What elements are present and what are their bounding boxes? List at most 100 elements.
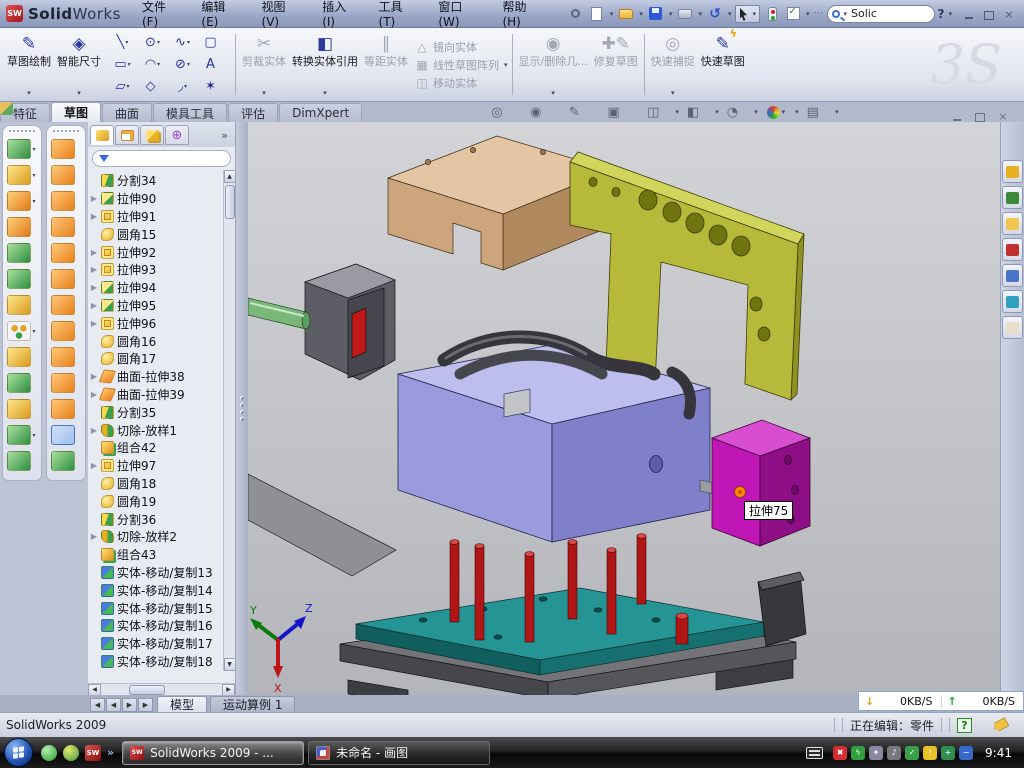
ribbon-tab[interactable]: 曲面	[102, 103, 152, 122]
mold-tool-button[interactable]: ▾	[51, 347, 80, 367]
motion-study-tab[interactable]: 运动算例 1	[210, 696, 295, 712]
ribbon-tab[interactable]: DimXpert	[279, 103, 362, 122]
tree-item[interactable]: ▶ 圆角16	[90, 332, 235, 350]
task-pane-tab[interactable]	[1002, 160, 1023, 183]
open-button[interactable]	[617, 5, 635, 23]
expand-arrow-icon[interactable]: ▶	[90, 194, 98, 203]
mold-tool-button[interactable]: ▾	[51, 139, 80, 159]
hud-icon[interactable]: ▾	[766, 106, 787, 119]
expand-arrow-icon[interactable]: ▶	[90, 283, 98, 292]
feature-manager-tab[interactable]	[90, 125, 114, 145]
tray-icon[interactable]: −	[959, 746, 973, 760]
tree-item[interactable]: ▶ 拉伸96	[90, 314, 235, 332]
task-pane-tab[interactable]	[1002, 238, 1023, 261]
feature-tool-button[interactable]: ▾	[7, 347, 36, 367]
sketch-entity-button[interactable]: ⊙▾	[138, 32, 168, 54]
sketch-entity-button[interactable]: ◇▾	[138, 76, 168, 98]
hud-icon[interactable]: ◔▾	[727, 105, 759, 120]
options-button[interactable]	[784, 5, 802, 23]
graphics-viewport[interactable]: Y Z X 拉伸75	[248, 122, 1000, 695]
tree-filter-input[interactable]	[92, 150, 231, 167]
tree-item[interactable]: ▶ 分割34	[90, 172, 235, 190]
menu-item[interactable]: 窗口(W)	[427, 0, 491, 29]
menu-item[interactable]: 文件(F)	[131, 0, 190, 29]
pattern-tool-button[interactable]: ▦线性草图阵列	[415, 57, 499, 73]
new-document-button[interactable]	[588, 5, 606, 23]
feature-tool-button[interactable]: ▾	[7, 399, 36, 419]
help-button[interactable]: ?	[938, 7, 945, 21]
ribbon-tab[interactable]: 评估	[228, 103, 278, 122]
quicklaunch-app-icon[interactable]	[63, 745, 79, 761]
sketch-entity-button[interactable]: ⊘▾	[168, 54, 198, 76]
tree-item[interactable]: ▶ 曲面-拉伸38	[90, 368, 235, 386]
language-bar-keyboard-icon[interactable]	[806, 747, 823, 759]
pattern-tool-button[interactable]: ◫移动实体	[415, 75, 499, 91]
feature-tool-button[interactable]: ▾	[7, 373, 36, 393]
hud-icon[interactable]: ▾	[793, 108, 800, 116]
tree-item[interactable]: ▶ 拉伸95	[90, 297, 235, 315]
mold-tool-button[interactable]: ▾	[51, 191, 80, 211]
tree-item[interactable]: ▶ 圆角18	[90, 475, 235, 493]
property-manager-tab[interactable]	[115, 125, 139, 145]
feature-tool-button[interactable]: ▾	[7, 321, 36, 341]
expand-arrow-icon[interactable]: ▶	[90, 301, 98, 310]
rebuild-button[interactable]	[763, 5, 781, 23]
mold-tool-button[interactable]: ▾	[51, 321, 80, 341]
feature-tool-button[interactable]: ▾	[7, 295, 36, 315]
panel-splitter[interactable]	[236, 122, 248, 695]
mold-tool-button[interactable]: ▾	[51, 165, 80, 185]
sketch-entity-button[interactable]: ✶▾	[198, 76, 228, 98]
expand-arrow-icon[interactable]: ▶	[90, 372, 98, 381]
model-tab[interactable]: 模型	[157, 696, 207, 712]
tray-icon[interactable]: ✦	[869, 746, 883, 760]
tree-item[interactable]: ▶ 拉伸94	[90, 279, 235, 297]
convert-entities-button[interactable]: ◧ 转换实体引用 ▾	[289, 30, 361, 99]
tray-icon[interactable]: +	[941, 746, 955, 760]
tree-item[interactable]: ▶ 拉伸93	[90, 261, 235, 279]
next-tab-button[interactable]: ▶	[122, 698, 137, 712]
tree-item[interactable]: ▶ 实体-移动/复制15	[90, 599, 235, 617]
feature-tool-button[interactable]: ▾	[7, 425, 36, 445]
tree-item[interactable]: ▶ 拉伸97	[90, 457, 235, 475]
ribbon-tab[interactable]: 模具工具	[153, 103, 227, 122]
tree-item[interactable]: ▶ 实体-移动/复制13	[90, 564, 235, 582]
doc-close-button[interactable]: ×	[996, 110, 1010, 122]
tree-item[interactable]: ▶ 实体-移动/复制14	[90, 581, 235, 599]
sketch-entity-button[interactable]: ◠▾	[138, 54, 168, 76]
mold-tool-button[interactable]: ▾	[51, 243, 80, 263]
feature-tool-button[interactable]: ▾	[7, 217, 36, 237]
prev-tab-button[interactable]: ◀	[106, 698, 121, 712]
scroll-down-icon[interactable]: ▼	[224, 658, 236, 671]
panel-expand-button[interactable]: »	[221, 129, 233, 142]
mold-tool-button[interactable]: ▾	[51, 217, 80, 237]
hud-icon[interactable]: ◧▾	[687, 105, 720, 120]
tray-icon[interactable]: ♪	[887, 746, 901, 760]
restore-button[interactable]	[982, 8, 996, 20]
task-pane-tab[interactable]	[1002, 186, 1023, 209]
task-pane-tab[interactable]	[1002, 290, 1023, 313]
save-button[interactable]	[647, 5, 665, 23]
dimxpert-manager-tab[interactable]: ⊕	[165, 125, 189, 145]
ribbon-tab[interactable]: 草图	[51, 102, 101, 122]
part-dark-bracket[interactable]	[758, 572, 806, 646]
scroll-up-icon[interactable]: ▲	[224, 170, 236, 183]
tree-item[interactable]: ▶ 拉伸90	[90, 190, 235, 208]
start-button[interactable]	[4, 738, 33, 767]
hud-icon[interactable]: ◫▾	[647, 105, 680, 120]
tree-item[interactable]: ▶ 组合42	[90, 439, 235, 457]
sketch-entity-button[interactable]: A▾	[198, 54, 228, 76]
mold-tool-button[interactable]: ▾	[51, 373, 80, 393]
tray-icon[interactable]: ✖	[833, 746, 847, 760]
expand-arrow-icon[interactable]: ▶	[90, 212, 98, 221]
tree-item[interactable]: ▶ 组合43	[90, 546, 235, 564]
hud-icon[interactable]: ◉▾	[530, 105, 562, 120]
messenger-icon[interactable]	[41, 745, 57, 761]
menu-item[interactable]: 编辑(E)	[190, 0, 250, 29]
mold-tool-button[interactable]: ▾	[51, 451, 80, 471]
scroll-thumb[interactable]	[129, 685, 165, 695]
hud-icon[interactable]: ◎▾	[491, 105, 523, 120]
close-button[interactable]: ×	[1002, 8, 1016, 20]
sketch-draw-button[interactable]: ✎ 草图绘制 ▾	[4, 30, 54, 99]
part-small-red-pin[interactable]	[676, 613, 688, 644]
tree-item[interactable]: ▶ 切除-放样2	[90, 528, 235, 546]
